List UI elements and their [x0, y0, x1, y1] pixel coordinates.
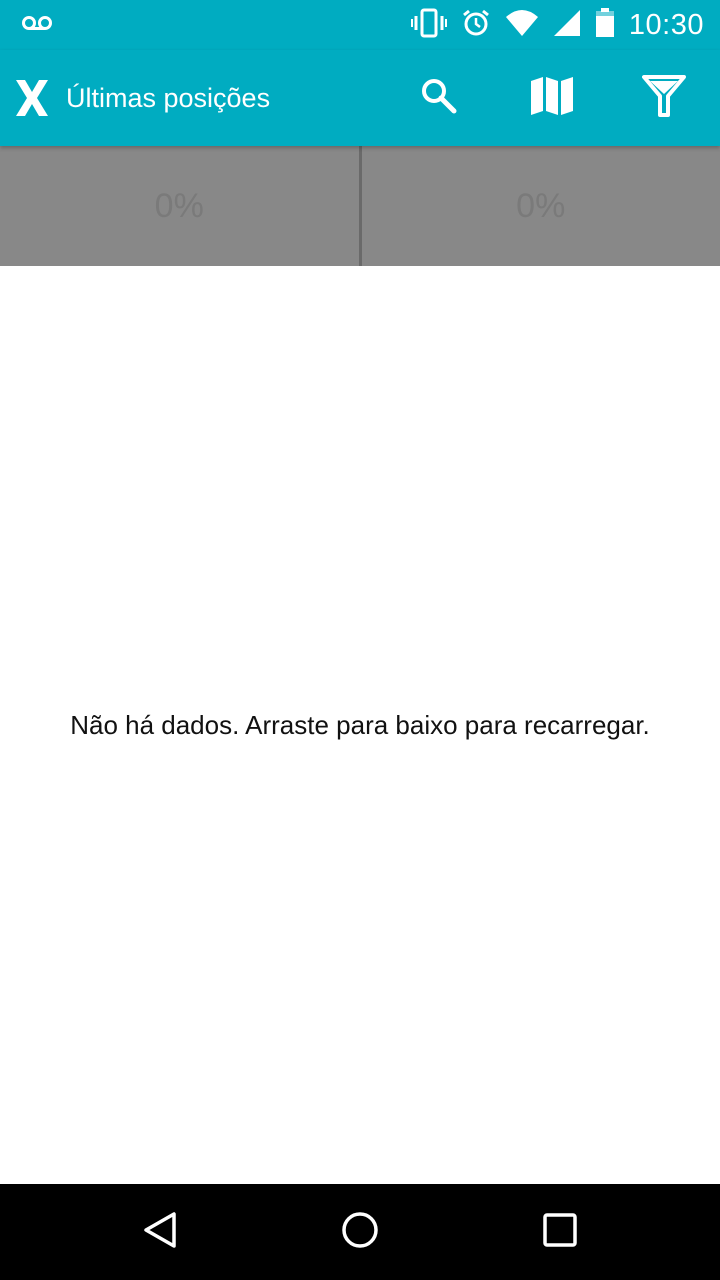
filter-icon [642, 74, 686, 123]
search-icon [419, 76, 459, 121]
wifi-icon [505, 9, 539, 42]
back-icon [140, 1210, 180, 1255]
home-icon [340, 1210, 380, 1255]
recents-button[interactable] [536, 1208, 584, 1256]
empty-state-message: Não há dados. Arraste para baixo para re… [70, 710, 650, 740]
map-button[interactable] [528, 74, 576, 122]
search-button[interactable] [415, 74, 463, 122]
back-button[interactable] [136, 1208, 184, 1256]
battery-icon [595, 7, 615, 43]
recents-icon [540, 1210, 580, 1255]
app-bar: Últimas posições [0, 50, 720, 146]
filter-button[interactable] [640, 74, 688, 122]
vibrate-icon [410, 8, 447, 43]
positions-list[interactable]: Não há dados. Arraste para baixo para re… [0, 266, 720, 1184]
right-progress: 0% [516, 186, 566, 225]
left-progress: 0% [154, 186, 204, 225]
x-logo-icon[interactable] [14, 78, 50, 118]
map-icon [529, 75, 575, 122]
signal-icon [553, 9, 581, 42]
voicemail-icon [22, 14, 52, 37]
navigation-bar [0, 1184, 720, 1280]
status-time: 10:30 [628, 8, 704, 41]
page-title: Últimas posições [66, 83, 271, 113]
progress-panels: 0% 0% [0, 146, 720, 266]
screen: 10:30 Últimas posições 0% 0% Não há dado… [0, 0, 720, 1280]
status-bar: 10:30 [0, 0, 720, 50]
alarm-icon [461, 8, 491, 43]
home-button[interactable] [336, 1208, 384, 1256]
